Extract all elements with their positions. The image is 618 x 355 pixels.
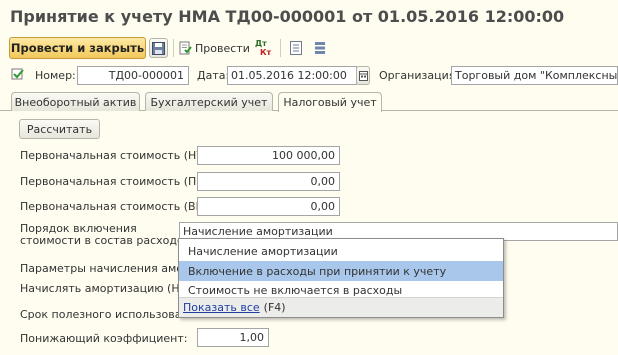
tab-accounting[interactable]: Бухгалтерский учет: [145, 92, 273, 111]
show-all-link[interactable]: Показать все: [183, 301, 260, 314]
reducing-coefficient-label: Понижающий коэффициент:: [20, 332, 188, 345]
toolbar-separator: [280, 39, 281, 57]
date-field[interactable]: 01.05.2016 12:00:00: [227, 66, 357, 85]
tab-tax-accounting[interactable]: Налоговый учет: [278, 92, 382, 112]
toolbar-separator: [173, 39, 174, 57]
dropdown-footer: Показать все (F4): [179, 297, 503, 317]
show-all-hotkey: (F4): [263, 301, 286, 314]
cost-vr-field[interactable]: 0,00: [197, 197, 340, 216]
dropdown-option-depreciation[interactable]: Начисление амортизации: [179, 241, 503, 261]
post-button[interactable]: Провести: [178, 38, 250, 58]
floppy-disk-icon: [152, 41, 165, 55]
print-button[interactable]: [287, 38, 305, 58]
dropdown-option-expense-on-acceptance[interactable]: Включение в расходы при принятии к учету: [179, 261, 503, 281]
post-button-label: Провести: [195, 41, 250, 55]
number-label: Номер:: [35, 69, 76, 82]
expense-order-dropdown: Начисление амортизации Включение в расхо…: [178, 238, 504, 318]
dt-label: Дт: [255, 39, 267, 48]
calendar-icon: [358, 70, 368, 81]
organization-field[interactable]: Торговый дом "Комплексный": [451, 66, 618, 85]
number-field[interactable]: ТД00-000001: [77, 66, 189, 85]
organization-label: Организация:: [379, 69, 460, 82]
document-icon: [290, 41, 302, 55]
accrue-depreciation-label: Начислять амортизацию (НУ):: [20, 282, 195, 295]
save-button[interactable]: [149, 38, 168, 58]
kt-label: Кт: [260, 48, 272, 57]
window-title: Принятие к учету НМА ТД00-000001 от 01.0…: [10, 7, 565, 26]
calendar-button[interactable]: [356, 66, 370, 85]
calculate-button[interactable]: Рассчитать: [19, 119, 100, 139]
useful-life-label: Срок полезного использования: [20, 308, 203, 321]
cost-vr-label: Первоначальная стоимость (ВР):: [20, 200, 211, 213]
cost-pr-label: Первоначальная стоимость (ПР):: [20, 175, 211, 188]
cost-nu-field[interactable]: 100 000,00: [197, 146, 340, 165]
tab-noncurrent-asset[interactable]: Внеоборотный актив: [11, 92, 140, 111]
cost-pr-field[interactable]: 0,00: [197, 172, 340, 191]
list-icon: [315, 42, 325, 54]
posted-icon: [11, 67, 25, 84]
cost-nu-label: Первоначальная стоимость (НУ):: [20, 149, 212, 162]
post-and-close-button[interactable]: Провести и закрыть: [9, 37, 146, 59]
dt-kt-button[interactable]: Дт Кт: [255, 39, 275, 58]
reducing-coefficient-field[interactable]: 1,00: [197, 328, 269, 347]
post-document-icon: [179, 41, 192, 55]
expense-order-label-line2: стоимости в состав расходов:: [20, 234, 194, 247]
structure-button[interactable]: [311, 38, 329, 58]
date-label: Дата:: [197, 69, 230, 82]
